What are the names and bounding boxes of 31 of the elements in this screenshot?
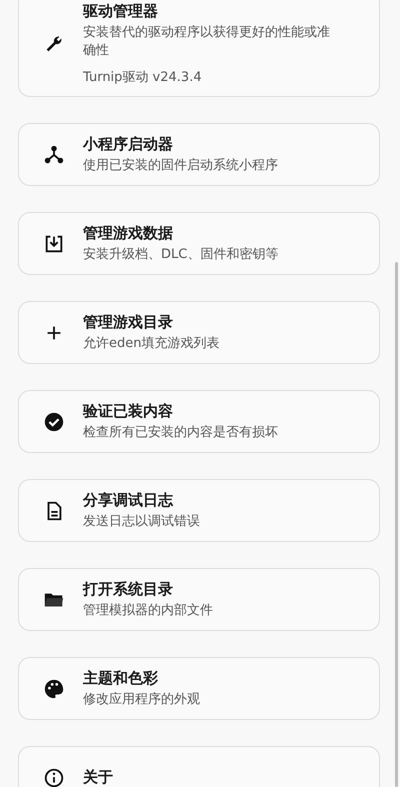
item-title: 打开系统目录 — [83, 580, 174, 598]
info-icon — [43, 766, 65, 787]
item-description: 发送日志以调试错误 — [83, 512, 200, 530]
item-title: 驱动管理器 — [83, 2, 159, 21]
check-circle-icon — [43, 410, 65, 432]
settings-card[interactable]: 驱动管理器 安装替代的驱动程序以获得更好的性能或准确性 Turnip驱动 v24.3.4 — [18, 0, 380, 97]
settings-card[interactable]: 分享调试日志 发送日志以调试错误 — [18, 479, 380, 542]
item-title: 小程序启动器 — [83, 134, 174, 154]
branch-icon — [43, 144, 65, 166]
settings-card[interactable]: 小程序启动器 使用已安装的固件启动系统小程序 — [18, 123, 380, 186]
item-title: 主题和色彩 — [83, 668, 159, 688]
settings-card[interactable]: 管理游戏数据 安装升级档、DLC、固件和密钥等 — [18, 212, 380, 275]
item-title: 管理游戏数据 — [83, 224, 174, 242]
item-description: 检查所有已安装的内容是否有损坏 — [83, 424, 278, 442]
driver-version: Turnip驱动 v24.3.4 — [83, 69, 203, 86]
item-title: 验证已装内容 — [83, 402, 174, 420]
settings-card[interactable]: 关于 — [18, 746, 380, 787]
item-description: 使用已安装的固件启动系统小程序 — [83, 156, 278, 174]
settings-card[interactable]: 打开系统目录 管理模拟器的内部文件 — [18, 568, 380, 631]
item-description: 修改应用程序的外观 — [83, 690, 200, 708]
item-description: 安装替代的驱动程序以获得更好的性能或准确性 — [83, 24, 331, 60]
item-title: 分享调试日志 — [83, 490, 174, 510]
settings-card[interactable]: 管理游戏目录 允许eden填充游戏列表 — [18, 301, 380, 364]
item-description: 管理模拟器的内部文件 — [83, 602, 213, 620]
item-title: 管理游戏目录 — [83, 312, 174, 332]
item-description: 安装升级档、DLC、固件和密钥等 — [83, 246, 278, 264]
palette-icon — [43, 678, 65, 700]
settings-card[interactable]: 主题和色彩 修改应用程序的外观 — [18, 657, 380, 720]
settings-card[interactable]: 验证已装内容 检查所有已安装的内容是否有损坏 — [18, 390, 380, 453]
item-title: 关于 — [83, 768, 113, 787]
item-description: 允许eden填充游戏列表 — [83, 334, 220, 352]
